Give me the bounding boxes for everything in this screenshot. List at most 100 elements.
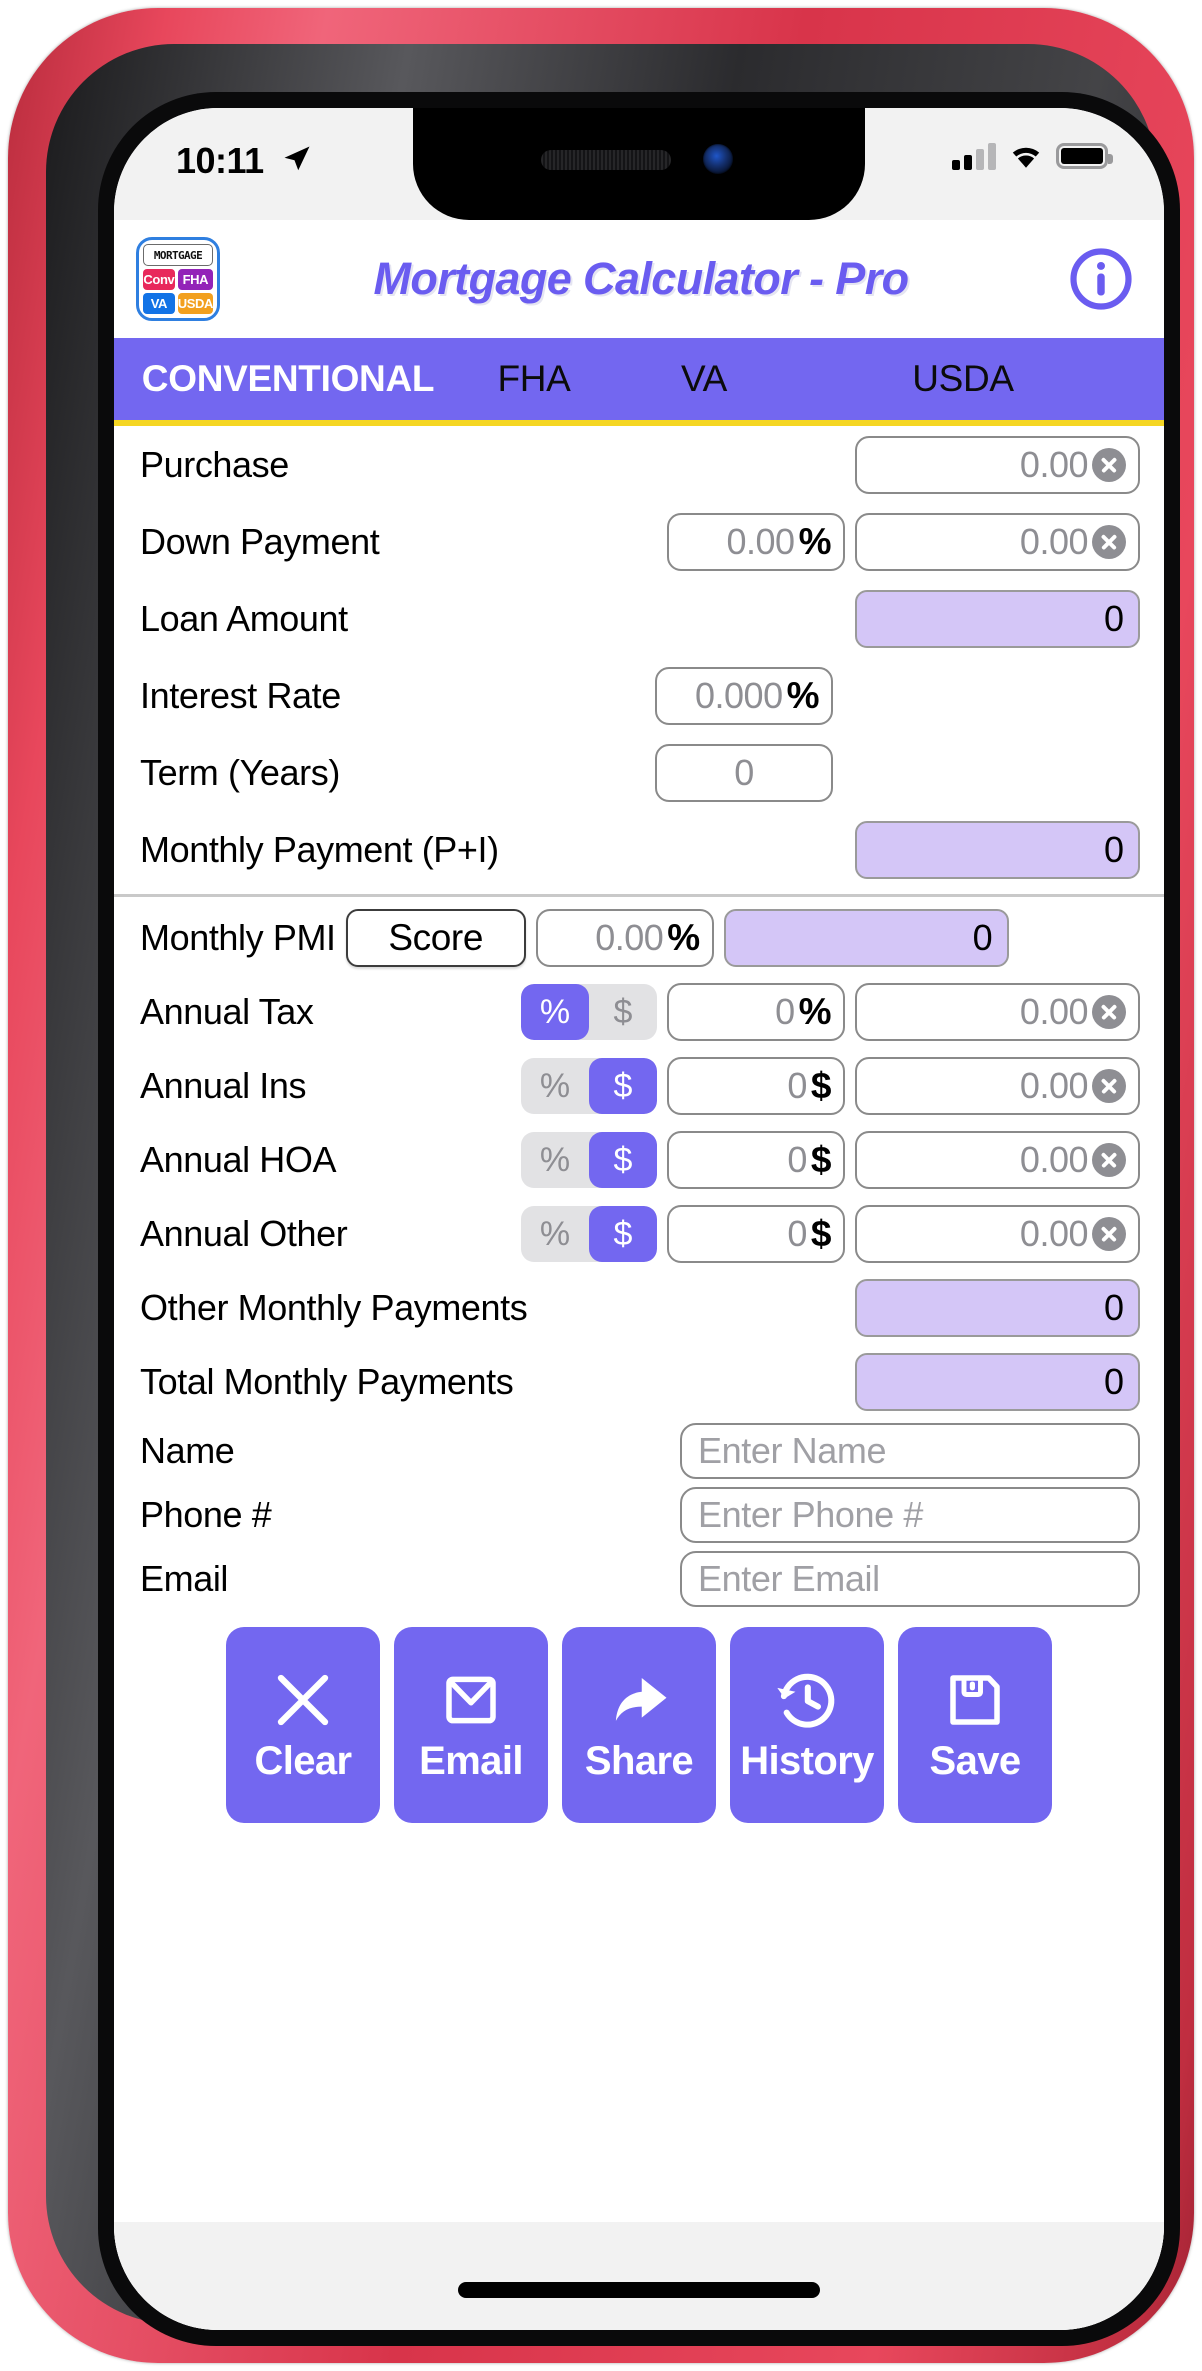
- close-x-icon: [277, 1674, 329, 1725]
- annual-other-value: 0: [787, 1213, 807, 1254]
- purchase-amount-input[interactable]: 0.00: [855, 435, 1140, 494]
- clear-icon[interactable]: [1092, 1143, 1126, 1177]
- tab-fha[interactable]: FHA: [444, 358, 624, 400]
- annual-other-unit-toggle[interactable]: % $: [521, 1206, 657, 1262]
- row-total-monthly-payments: Total Monthly Payments 0: [114, 1345, 1164, 1419]
- down-payment-amount-value: 0.00: [1019, 520, 1089, 562]
- interest-rate-value: 0.000: [695, 674, 783, 716]
- share-button[interactable]: Share: [562, 1627, 716, 1823]
- toggle-percent[interactable]: %: [521, 1132, 589, 1188]
- email-button[interactable]: Email: [394, 1627, 548, 1823]
- percent-unit: %: [786, 674, 820, 716]
- toggle-dollar[interactable]: $: [589, 1206, 657, 1262]
- clear-icon[interactable]: [1092, 524, 1126, 559]
- monthly-payment-result: 0: [855, 820, 1140, 879]
- toggle-dollar[interactable]: $: [589, 984, 657, 1040]
- phone-input[interactable]: Enter Phone #: [680, 1487, 1140, 1543]
- clear-button[interactable]: Clear: [226, 1627, 380, 1823]
- tab-conventional[interactable]: CONVENTIONAL: [114, 358, 444, 400]
- loan-amount-result: 0: [855, 589, 1140, 648]
- annual-ins-unit-toggle[interactable]: % $: [521, 1058, 657, 1114]
- section-divider: [114, 894, 1164, 897]
- status-indicators: [952, 142, 1113, 170]
- purchase-amount-value: 0.00: [1019, 443, 1089, 485]
- annual-hoa-input[interactable]: 0 $: [667, 1131, 845, 1189]
- annual-other-unit: $: [810, 1213, 832, 1254]
- row-name: Name Enter Name: [114, 1419, 1164, 1483]
- annual-ins-amount-input[interactable]: 0.00: [855, 1057, 1140, 1115]
- app-logo-icon: MORTGAGE Conv FHA VA USDA: [136, 237, 220, 321]
- annual-tax-unit-toggle[interactable]: % $: [521, 984, 657, 1040]
- speaker-grille: [541, 150, 671, 170]
- down-payment-percent-input[interactable]: 0.00 %: [667, 512, 845, 571]
- annual-tax-amount-input[interactable]: 0.00: [855, 983, 1140, 1041]
- clear-icon[interactable]: [1092, 1217, 1126, 1251]
- toggle-percent[interactable]: %: [521, 1058, 589, 1114]
- email-input[interactable]: Enter Email: [680, 1551, 1140, 1607]
- label-monthly-pmi: Monthly PMI: [140, 917, 336, 958]
- save-button[interactable]: Save: [898, 1627, 1052, 1823]
- annual-tax-unit: %: [798, 991, 832, 1032]
- clear-icon[interactable]: [1092, 447, 1126, 482]
- label-down-payment: Down Payment: [140, 520, 380, 562]
- clock-history-icon: [777, 1673, 835, 1728]
- phone-case: 10:11 MORTGAGE Conv FHA VA USDA Mortgage…: [8, 8, 1194, 2363]
- annual-hoa-unit-toggle[interactable]: % $: [521, 1132, 657, 1188]
- toggle-percent[interactable]: %: [521, 1206, 589, 1262]
- pmi-percent-input[interactable]: 0.00 %: [535, 909, 714, 967]
- label-loan-amount: Loan Amount: [140, 597, 348, 639]
- annual-ins-value: 0: [787, 1065, 807, 1106]
- app-content: MORTGAGE Conv FHA VA USDA Mortgage Calcu…: [114, 220, 1164, 2330]
- loan-type-tabs: CONVENTIONAL FHA VA USDA: [114, 338, 1164, 426]
- screenshot-stage: 10:11 MORTGAGE Conv FHA VA USDA Mortgage…: [0, 0, 1202, 2371]
- clear-button-label: Clear: [254, 1738, 352, 1783]
- email-button-label: Email: [419, 1738, 523, 1783]
- phone-screen: 10:11 MORTGAGE Conv FHA VA USDA Mortgage…: [114, 108, 1164, 2330]
- toggle-percent[interactable]: %: [521, 984, 589, 1040]
- clear-icon[interactable]: [1092, 1069, 1126, 1103]
- app-header: MORTGAGE Conv FHA VA USDA Mortgage Calcu…: [114, 220, 1164, 338]
- label-annual-ins: Annual Ins: [140, 1065, 307, 1106]
- tab-va[interactable]: VA: [624, 358, 784, 400]
- app-logo-grid: Conv FHA VA USDA: [143, 269, 213, 314]
- toggle-dollar[interactable]: $: [589, 1132, 657, 1188]
- interest-rate-input[interactable]: 0.000 %: [655, 666, 833, 725]
- history-button[interactable]: History: [730, 1627, 884, 1823]
- name-input[interactable]: Enter Name: [680, 1423, 1140, 1479]
- down-payment-amount-input[interactable]: 0.00: [855, 512, 1140, 571]
- annual-hoa-unit: $: [810, 1139, 832, 1180]
- annual-ins-input[interactable]: 0 $: [667, 1057, 845, 1115]
- label-other-monthly-payments: Other Monthly Payments: [140, 1287, 528, 1328]
- label-interest-rate: Interest Rate: [140, 674, 341, 716]
- app-logo-cell-conv: Conv: [143, 269, 175, 290]
- term-years-input[interactable]: 0: [655, 743, 833, 802]
- down-payment-percent-value: 0.00: [726, 520, 796, 562]
- row-annual-ins: Annual Ins % $ 0 $ 0.00: [114, 1049, 1164, 1123]
- annual-other-input[interactable]: 0 $: [667, 1205, 845, 1263]
- annual-other-amount-input[interactable]: 0.00: [855, 1205, 1140, 1263]
- credit-score-button[interactable]: Score: [345, 909, 526, 967]
- percent-unit: %: [667, 917, 700, 958]
- percent-unit: %: [798, 520, 832, 562]
- front-camera: [703, 144, 733, 174]
- location-arrow-icon: [284, 146, 310, 171]
- phone-frame: 10:11 MORTGAGE Conv FHA VA USDA Mortgage…: [46, 44, 1180, 2346]
- clear-icon[interactable]: [1092, 995, 1126, 1029]
- label-purchase: Purchase: [140, 443, 289, 485]
- annual-other-amount-value: 0.00: [1019, 1213, 1089, 1254]
- tab-usda[interactable]: USDA: [784, 358, 1164, 400]
- status-time: 10:11: [176, 140, 264, 181]
- cellular-signal-icon: [952, 142, 996, 170]
- toggle-dollar[interactable]: $: [589, 1058, 657, 1114]
- row-loan-amount: Loan Amount 0: [114, 580, 1164, 657]
- phone-bezel: 10:11 MORTGAGE Conv FHA VA USDA Mortgage…: [98, 92, 1180, 2346]
- row-phone: Phone # Enter Phone #: [114, 1483, 1164, 1547]
- annual-tax-value: 0: [775, 991, 795, 1032]
- annual-hoa-amount-input[interactable]: 0.00: [855, 1131, 1140, 1189]
- label-monthly-payment: Monthly Payment (P+I): [140, 828, 499, 870]
- info-circle-icon[interactable]: [1068, 246, 1134, 312]
- home-indicator[interactable]: [458, 2282, 820, 2298]
- annual-tax-input[interactable]: 0 %: [667, 983, 845, 1041]
- other-monthly-result: 0: [855, 1279, 1140, 1337]
- row-monthly-payment: Monthly Payment (P+I) 0: [114, 811, 1164, 888]
